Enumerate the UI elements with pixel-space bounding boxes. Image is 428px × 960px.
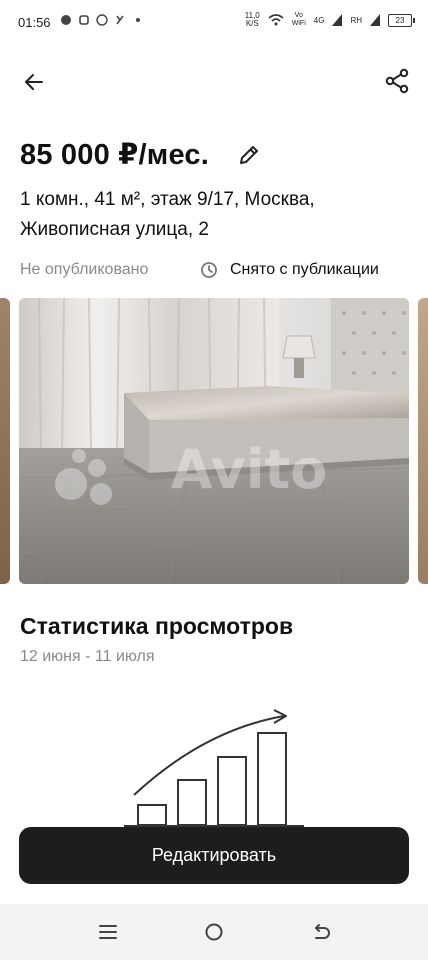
- listing-status-row: Не опубликовано Снято с публикации: [20, 258, 420, 282]
- edit-listing-button[interactable]: Редактировать: [19, 827, 409, 884]
- network-4g-label: 4G: [313, 15, 325, 25]
- next-photo-peek[interactable]: [418, 298, 428, 584]
- listing-photo[interactable]: Avito: [19, 298, 409, 584]
- stats-date-range: 12 июня - 11 июля: [20, 648, 155, 665]
- signal-icon: [332, 14, 343, 26]
- wifi-icon: [268, 14, 284, 26]
- status-system-icons: 11,0 K/S Vo WiFi 4G RH 23: [245, 12, 415, 28]
- notification-icon: [116, 15, 124, 25]
- vowifi-indicator: Vo WiFi: [292, 12, 306, 28]
- status-notification-icons: [60, 14, 144, 26]
- notification-icon: [96, 14, 108, 26]
- photo-gallery[interactable]: Avito: [0, 298, 428, 584]
- status-bar: 01:56 11,0 K/S Vo WiFi 4G RH 23: [0, 0, 428, 44]
- vowifi-top: Vo: [294, 12, 303, 19]
- arrow-left-icon[interactable]: [22, 70, 46, 94]
- battery-indicator: 23: [388, 13, 415, 27]
- price-row: 85 000 ₽/мес.: [20, 137, 261, 172]
- listing-description: 1 комн., 41 м², этаж 9/17, Москва, Живоп…: [20, 189, 315, 240]
- removal-status-label: Снято с публикации: [230, 261, 379, 278]
- notification-icon: [79, 15, 89, 25]
- notification-icon: [61, 15, 71, 25]
- roaming-label: RH: [350, 15, 362, 25]
- network-speed: 11,0 K/S: [245, 12, 260, 28]
- notification-dot-icon: [136, 18, 140, 22]
- circle-home-icon[interactable]: [203, 921, 225, 943]
- publication-status: Не опубликовано: [20, 261, 149, 278]
- network-speed-unit: K/S: [245, 19, 259, 28]
- system-navigation-bar: [0, 904, 428, 960]
- listing-price: 85 000 ₽/мес.: [20, 139, 209, 171]
- top-app-bar: [0, 60, 428, 104]
- menu-icon[interactable]: [97, 921, 119, 943]
- removal-status: Снято с публикации: [200, 261, 379, 279]
- pencil-icon[interactable]: [237, 143, 261, 167]
- growth-chart-icon: [124, 709, 304, 827]
- share-icon[interactable]: [384, 68, 410, 94]
- stats-title: Статистика просмотров: [20, 613, 294, 639]
- avito-watermark: Avito: [171, 438, 328, 501]
- signal-icon-2: [370, 14, 380, 26]
- clock-icon: [201, 262, 217, 278]
- bedroom-photo: Avito: [19, 298, 409, 584]
- vowifi-bottom: WiFi: [291, 20, 306, 27]
- return-icon[interactable]: [310, 921, 332, 943]
- status-time: 01:56: [18, 15, 51, 30]
- previous-photo-peek[interactable]: [0, 298, 10, 584]
